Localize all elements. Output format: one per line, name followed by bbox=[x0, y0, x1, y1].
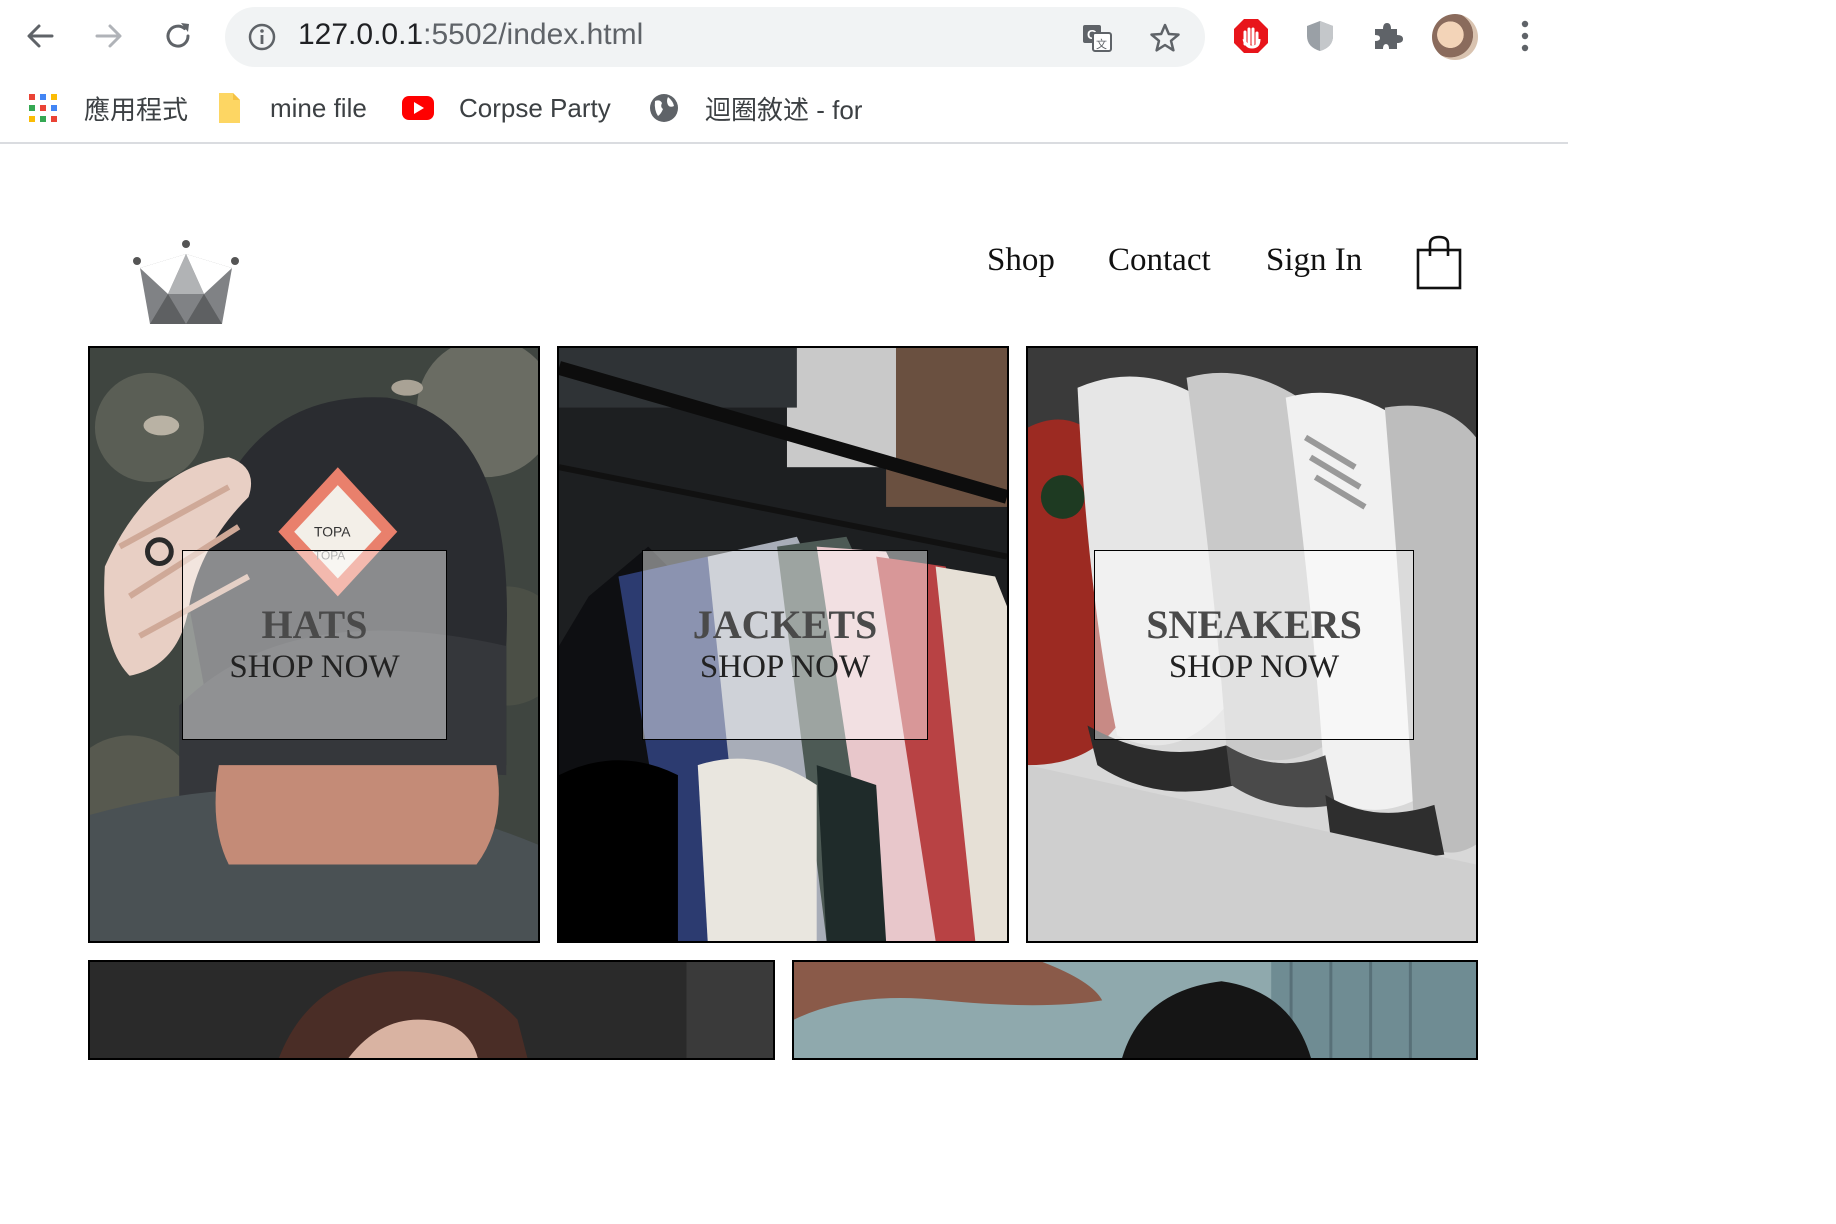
bookmark-star-icon[interactable] bbox=[1149, 22, 1181, 54]
globe-icon bbox=[647, 91, 681, 125]
site-info-icon[interactable] bbox=[247, 22, 277, 52]
translate-icon[interactable]: G 文 bbox=[1081, 22, 1113, 54]
browser-toolbar: 127.0.0.1:5502/index.html G 文 bbox=[0, 0, 1568, 74]
bookmark-label: 迴圈敘述 - for bbox=[705, 94, 863, 125]
svg-text:TOPA: TOPA bbox=[314, 524, 351, 540]
url-host: 127.0.0.1 bbox=[298, 18, 424, 51]
category-tile-hats[interactable]: TOPA TOPA HATS SHOP NOW bbox=[88, 346, 540, 943]
adblock-icon[interactable] bbox=[1232, 17, 1270, 55]
apps-grid-icon bbox=[26, 91, 60, 125]
extensions-puzzle-icon[interactable] bbox=[1369, 17, 1407, 55]
shield-extension-icon[interactable] bbox=[1301, 17, 1339, 55]
category-title: HATS bbox=[261, 602, 368, 647]
youtube-icon bbox=[401, 91, 435, 125]
bookmark-label: Corpse Party bbox=[459, 92, 611, 123]
bookmark-mine-file[interactable]: mine file bbox=[212, 88, 367, 128]
back-button[interactable] bbox=[18, 14, 62, 58]
womens-background-image bbox=[90, 962, 773, 1058]
shop-now-label: SHOP NOW bbox=[229, 649, 400, 685]
category-title: SNEAKERS bbox=[1146, 602, 1362, 647]
svg-text:文: 文 bbox=[1096, 37, 1107, 51]
category-tile-sneakers[interactable]: SNEAKERS SHOP NOW bbox=[1026, 346, 1478, 943]
mens-background-image bbox=[794, 962, 1476, 1058]
bookmark-loop-for[interactable]: 迴圈敘述 - for bbox=[647, 88, 862, 128]
url-text[interactable]: 127.0.0.1:5502/index.html bbox=[298, 18, 643, 52]
category-tile-jackets[interactable]: JACKETS SHOP NOW bbox=[557, 346, 1009, 943]
shopping-bag-icon[interactable] bbox=[1414, 234, 1464, 292]
forward-button[interactable] bbox=[87, 14, 131, 58]
bookmark-label: 應用程式 bbox=[84, 94, 189, 125]
reload-button[interactable] bbox=[156, 14, 200, 58]
shop-now-label: SHOP NOW bbox=[699, 649, 871, 685]
address-bar[interactable]: 127.0.0.1:5502/index.html G 文 bbox=[225, 7, 1205, 67]
web-page: Shop Contact Sign In TOPA TOPA HATS SHOP… bbox=[0, 146, 1568, 1060]
nav-shop-link[interactable]: Shop bbox=[987, 242, 1055, 279]
folder-icon bbox=[212, 91, 246, 125]
profile-avatar[interactable] bbox=[1432, 14, 1478, 60]
bookmarks-bar: 應用程式 mine file Corpse Party 迴圈敘述 - for bbox=[0, 74, 1568, 144]
nav-contact-link[interactable]: Contact bbox=[1108, 242, 1211, 279]
bookmark-apps[interactable]: 應用程式 bbox=[26, 88, 188, 128]
nav-sign-in-link[interactable]: Sign In bbox=[1266, 242, 1362, 279]
reload-icon bbox=[166, 23, 190, 48]
category-overlay[interactable]: SNEAKERS SHOP NOW bbox=[1094, 550, 1414, 740]
category-title: JACKETS bbox=[692, 602, 878, 647]
shop-now-label: SHOP NOW bbox=[1168, 649, 1340, 685]
forward-arrow-icon bbox=[95, 24, 122, 48]
category-tile-mens[interactable] bbox=[792, 960, 1478, 1060]
browser-menu-icon[interactable] bbox=[1510, 16, 1540, 60]
back-arrow-icon bbox=[27, 24, 54, 48]
url-path: :5502/index.html bbox=[423, 18, 644, 51]
category-overlay[interactable]: JACKETS SHOP NOW bbox=[642, 550, 928, 740]
crown-logo-icon[interactable] bbox=[128, 236, 244, 328]
category-overlay[interactable]: HATS SHOP NOW bbox=[182, 550, 447, 740]
category-tile-womens[interactable] bbox=[88, 960, 775, 1060]
bookmark-corpse-party[interactable]: Corpse Party bbox=[401, 88, 611, 128]
bookmark-label: mine file bbox=[270, 92, 367, 123]
